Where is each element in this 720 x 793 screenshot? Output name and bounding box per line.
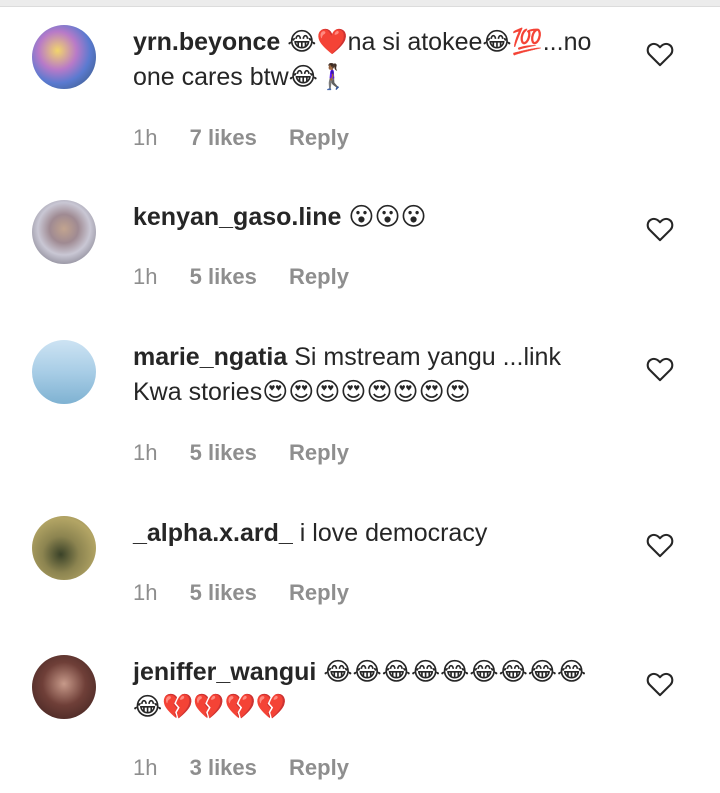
comment-meta: 1h 5 likes Reply [133, 440, 375, 466]
reply-button[interactable]: Reply [289, 125, 349, 150]
comment-body: jeniffer_wangui 😂😂😂😂😂😂😂😂😂😂💔💔💔💔 [133, 655, 613, 725]
comment-text: 😮😮😮 [348, 203, 427, 231]
avatar[interactable] [32, 25, 96, 89]
comment-text: i love democracy [299, 519, 488, 547]
comment-likes[interactable]: 5 likes [190, 264, 257, 289]
comment-time: 1h [133, 264, 158, 289]
comment-meta: 1h 5 likes Reply [133, 264, 375, 290]
reply-button[interactable]: Reply [289, 264, 349, 289]
comment-time: 1h [133, 125, 158, 150]
comment-meta: 1h 5 likes Reply [133, 580, 375, 606]
comment-likes[interactable]: 3 likes [190, 755, 257, 780]
comment-username[interactable]: marie_ngatia [133, 343, 287, 371]
heart-outline-icon[interactable] [646, 41, 674, 67]
comment-username[interactable]: yrn.beyonce [133, 28, 280, 56]
reply-button[interactable]: Reply [289, 440, 349, 465]
comment-time: 1h [133, 440, 158, 465]
avatar[interactable] [32, 200, 96, 264]
comment-meta: 1h 3 likes Reply [133, 755, 375, 781]
heart-outline-icon[interactable] [646, 356, 674, 382]
comment-likes[interactable]: 5 likes [190, 440, 257, 465]
comment-time: 1h [133, 755, 158, 780]
avatar[interactable] [32, 655, 96, 719]
heart-outline-icon[interactable] [646, 216, 674, 242]
reply-button[interactable]: Reply [289, 755, 349, 780]
comment-body: marie_ngatia Si mstream yangu ...link Kw… [133, 340, 613, 410]
comment-meta: 1h 7 likes Reply [133, 125, 375, 151]
comment-username[interactable]: kenyan_gaso.line [133, 203, 341, 231]
comment-body: kenyan_gaso.line 😮😮😮 [133, 200, 613, 235]
comment-username[interactable]: jeniffer_wangui [133, 658, 316, 686]
reply-button[interactable]: Reply [289, 580, 349, 605]
comment-time: 1h [133, 580, 158, 605]
comment-username[interactable]: _alpha.x.ard_ [133, 519, 293, 547]
avatar[interactable] [32, 516, 96, 580]
comment-likes[interactable]: 5 likes [190, 580, 257, 605]
comment-body: _alpha.x.ard_ i love democracy [133, 516, 613, 551]
avatar[interactable] [32, 340, 96, 404]
top-divider [0, 0, 720, 7]
comment-body: yrn.beyonce 😂❤️na si atokee😂💯...no one c… [133, 25, 613, 95]
comment-likes[interactable]: 7 likes [190, 125, 257, 150]
heart-outline-icon[interactable] [646, 532, 674, 558]
heart-outline-icon[interactable] [646, 671, 674, 697]
